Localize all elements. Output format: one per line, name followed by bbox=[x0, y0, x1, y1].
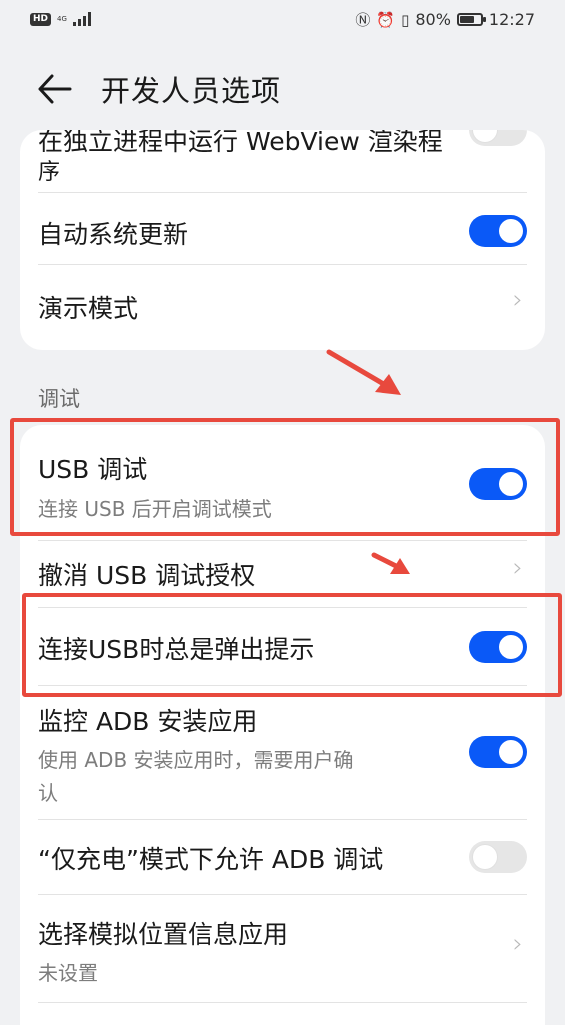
list-item-demo-mode[interactable]: 演示模式 › bbox=[20, 265, 545, 345]
page-title: 开发人员选项 bbox=[101, 74, 282, 108]
auto-update-toggle[interactable] bbox=[469, 215, 527, 247]
back-arrow-icon[interactable] bbox=[36, 72, 74, 106]
chevron-right-icon: › bbox=[512, 285, 523, 315]
list-item-label: 在独立进程中运行 WebView 渲染程 bbox=[38, 130, 443, 156]
chevron-right-icon: › bbox=[512, 929, 523, 959]
alarm-icon: ⏰ bbox=[376, 10, 396, 29]
list-item-label: 选择模拟位置信息应用 bbox=[38, 920, 289, 949]
hd-voice-icon: HD bbox=[30, 12, 52, 26]
list-item-charge-only-adb[interactable]: “仅充电”模式下允许 ADB 调试 bbox=[20, 820, 545, 895]
list-item-sublabel: 使用 ADB 安装应用时，需要用户确 bbox=[38, 748, 354, 772]
list-item-label: 撤消 USB 调试授权 bbox=[38, 561, 256, 590]
list-item-label: “仅充电”模式下允许 ADB 调试 bbox=[38, 845, 384, 874]
webview-process-toggle[interactable] bbox=[469, 130, 527, 146]
section-title-debug: 调试 bbox=[38, 387, 80, 411]
list-item-mock-location-app[interactable]: 选择模拟位置信息应用 未设置 › bbox=[20, 895, 545, 1003]
list-item-monitor-adb-install[interactable]: 监控 ADB 安装应用 使用 ADB 安装应用时，需要用户确 认 bbox=[20, 686, 545, 820]
list-item-sublabel-cont: 认 bbox=[38, 781, 58, 805]
settings-card-top: 在独立进程中运行 WebView 渲染程 序 自动系统更新 演示模式 › bbox=[20, 130, 545, 350]
battery-percent: 80% bbox=[415, 10, 451, 29]
charge-only-adb-toggle[interactable] bbox=[469, 841, 527, 873]
chevron-right-icon: › bbox=[512, 553, 523, 583]
list-item-sublabel: 未设置 bbox=[38, 961, 98, 985]
monitor-adb-toggle[interactable] bbox=[469, 736, 527, 768]
annotation-box-usb-prompt bbox=[22, 593, 562, 697]
vibrate-icon: ▯ bbox=[401, 10, 410, 29]
annotation-arrow-2 bbox=[371, 552, 410, 574]
status-bar: HD 4G Ⓝ ⏰ ▯ 80% 12:27 bbox=[0, 0, 565, 42]
clock: 12:27 bbox=[488, 10, 535, 29]
header: 开发人员选项 bbox=[0, 54, 565, 124]
network-type: 4G bbox=[57, 14, 67, 23]
list-item-label: 演示模式 bbox=[38, 294, 139, 323]
signal-icon bbox=[72, 12, 91, 26]
list-item-webview-process[interactable]: 在独立进程中运行 WebView 渲染程 序 bbox=[20, 130, 545, 193]
battery-icon bbox=[456, 13, 486, 26]
nfc-icon: Ⓝ bbox=[355, 11, 371, 29]
list-item-label: 自动系统更新 bbox=[38, 220, 189, 249]
list-item-label-cont: 序 bbox=[38, 160, 61, 185]
annotation-box-usb-debugging bbox=[10, 418, 560, 536]
annotation-arrow-1 bbox=[326, 349, 401, 395]
list-item-auto-update[interactable]: 自动系统更新 bbox=[20, 193, 545, 265]
list-item-label: 监控 ADB 安装应用 bbox=[38, 707, 258, 736]
